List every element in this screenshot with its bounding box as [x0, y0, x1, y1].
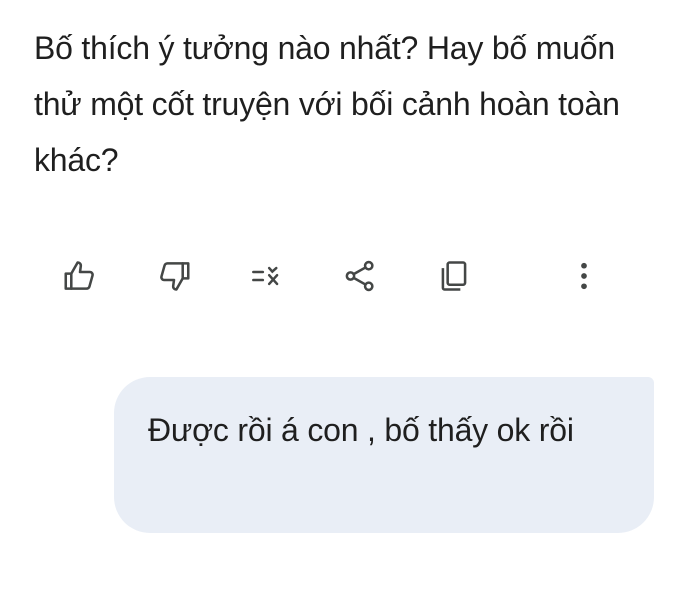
response-action-bar — [0, 250, 686, 302]
assistant-message: Bố thích ý tưởng nào nhất? Hay bố muốn t… — [34, 30, 620, 178]
more-vert-icon — [581, 262, 587, 290]
tune-icon — [252, 266, 279, 286]
thumb-up-icon — [64, 261, 94, 290]
share-button[interactable] — [334, 250, 386, 302]
user-message-bubble: Được rồi á con , bố thấy ok rồi — [114, 377, 654, 533]
copy-icon — [441, 261, 467, 291]
share-icon — [345, 260, 374, 292]
modify-response-button[interactable] — [240, 250, 292, 302]
more-options-button[interactable] — [558, 250, 610, 302]
user-message-text: Được rồi á con , bố thấy ok rồi — [148, 412, 574, 448]
thumb-down-icon — [160, 262, 190, 291]
copy-button[interactable] — [428, 250, 480, 302]
like-button[interactable] — [54, 250, 106, 302]
dislike-button[interactable] — [148, 250, 200, 302]
